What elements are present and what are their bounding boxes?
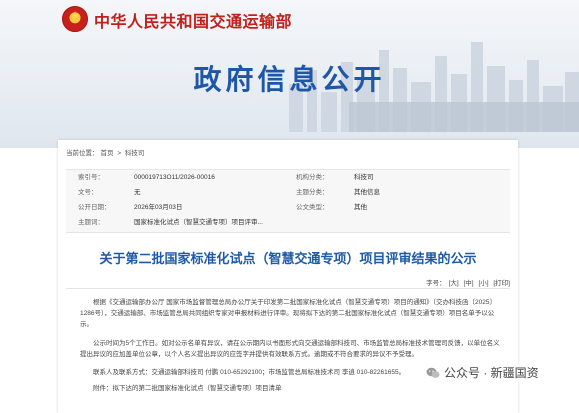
- print-link[interactable]: [打印]: [493, 280, 510, 287]
- breadcrumb-label: 当前位置：: [66, 150, 99, 157]
- ministry-name[interactable]: 中华人民共和国交通运输部: [94, 8, 292, 32]
- font-size-label: 字号：: [426, 280, 446, 287]
- body-paragraph: 公示时间为5个工作日。如对公示名单有异议，请在公示期内以书面形式向交通运输部科技…: [80, 340, 500, 358]
- document-title: 关于第二批国家标准化试点（智慧交通专项）项目评审结果的公示: [99, 251, 477, 266]
- organization-category-label: 机构分类：: [296, 174, 329, 181]
- organization-category-value: 科技司: [354, 174, 374, 181]
- font-size-controls: 字号： [大] [中] [小] [打印]: [423, 277, 510, 287]
- national-emblem-icon: [62, 6, 88, 32]
- breadcrumb-home-link[interactable]: 首页: [101, 150, 114, 157]
- breadcrumb-separator: >: [117, 150, 122, 157]
- topic-category-value: 其他信息: [354, 189, 380, 196]
- document-type-label: 公文类型：: [296, 204, 329, 211]
- meta-row: 主题词： 国家标准化试点（智慧交通专项）项目评审...: [66, 217, 510, 229]
- header-banner: 中华人民共和国交通运输部 政府信息公开: [0, 0, 579, 148]
- font-size-medium-link[interactable]: [中]: [464, 280, 474, 287]
- meta-row: 文号： 无 主题分类： 其他信息: [66, 187, 510, 199]
- index-number-label: 索引号：: [78, 174, 104, 181]
- publish-date-label: 公开日期：: [78, 204, 111, 211]
- watermark-text: 公众号 · 新疆国资: [444, 366, 539, 380]
- breadcrumb: 当前位置： 首页 > 科技司: [66, 147, 146, 157]
- index-number-value: 000019713O11/2026-00016: [134, 174, 215, 181]
- topic-category-label: 主题分类：: [296, 189, 329, 196]
- title-divider: [66, 288, 510, 289]
- banner-title: 政府信息公开: [193, 63, 386, 96]
- document-type-value: 其他: [354, 204, 367, 211]
- document-number-value: 无: [134, 189, 141, 196]
- breadcrumb-department-link[interactable]: 科技司: [125, 150, 145, 157]
- document-metadata-table: 索引号： 000019713O11/2026-00016 机构分类： 科技司 文…: [66, 169, 510, 233]
- subject-words-value: 国家标准化试点（智慧交通专项）项目评审...: [134, 219, 263, 226]
- attachment-paragraph: 附件：拟下达的第二批国家标准化试点（智慧交通专项）项目清单: [93, 385, 282, 392]
- wechat-watermark: 公众号 · 新疆国资: [424, 364, 545, 382]
- meta-row: 公开日期： 2026年03月03日 公文类型： 其他: [66, 202, 510, 214]
- subject-words-label: 主题词：: [78, 219, 104, 226]
- font-size-large-link[interactable]: [大]: [449, 280, 459, 287]
- wechat-icon: [426, 367, 440, 378]
- meta-row: 索引号： 000019713O11/2026-00016 机构分类： 科技司: [66, 172, 510, 184]
- document-number-label: 文号：: [78, 189, 98, 196]
- font-size-small-link[interactable]: [小]: [478, 280, 488, 287]
- body-paragraph: 根据《交通运输部办公厅 国家市场监督管理总局办公厅关于印发第二批国家标准化试点（…: [80, 299, 497, 328]
- publish-date-value: 2026年03月03日: [134, 204, 183, 211]
